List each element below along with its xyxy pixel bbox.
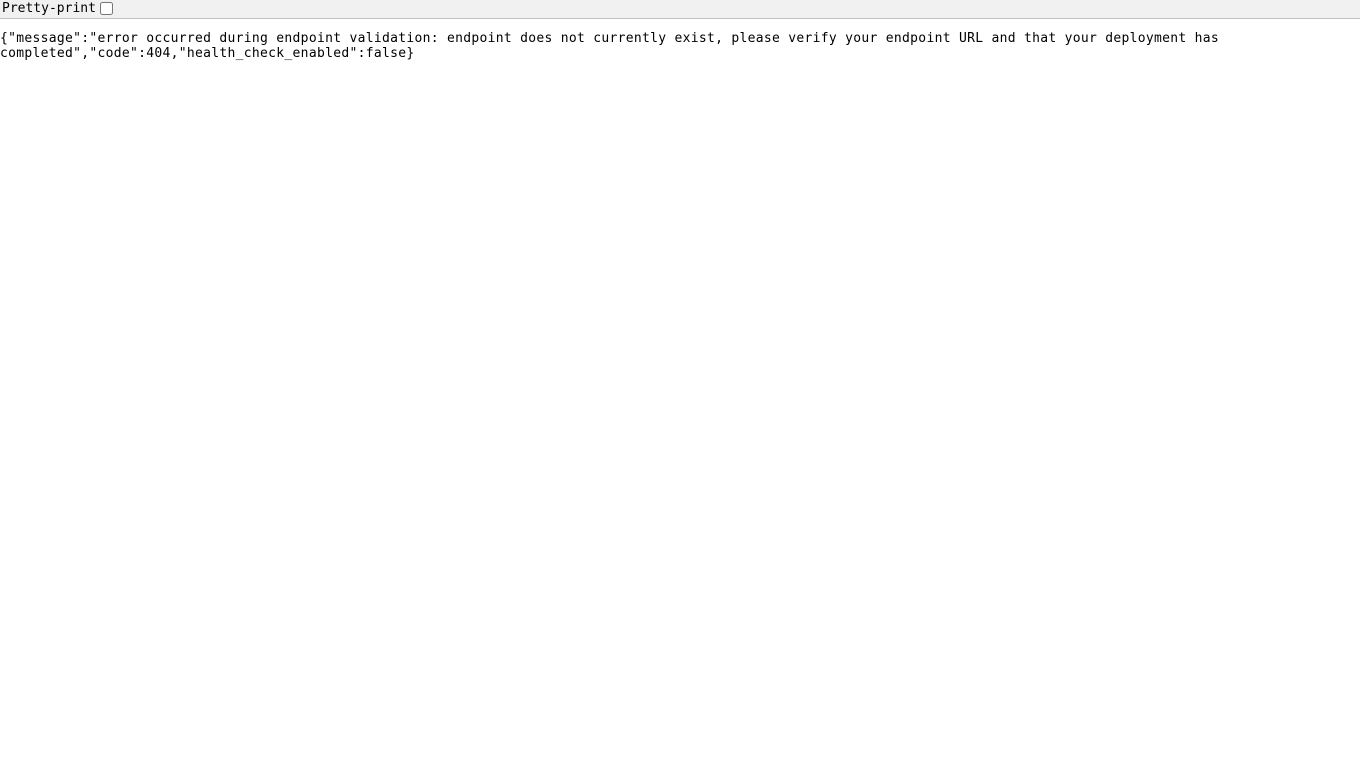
pretty-print-checkbox[interactable] — [100, 2, 113, 15]
pretty-print-label[interactable]: Pretty-print — [2, 1, 96, 16]
json-response-body: {"message":"error occurred during endpoi… — [0, 19, 1360, 62]
pretty-print-header: Pretty-print — [0, 0, 1360, 19]
